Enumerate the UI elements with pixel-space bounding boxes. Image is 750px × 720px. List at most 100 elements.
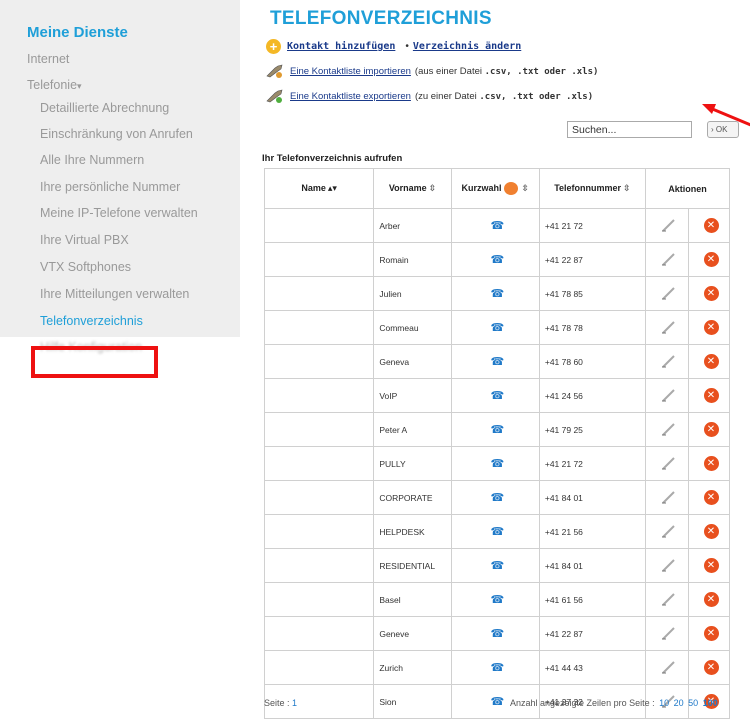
edit-pencil-icon[interactable] [660, 489, 678, 505]
delete-x-icon[interactable]: ✕ [703, 388, 719, 403]
cell-vorname: RESIDENTIAL [373, 548, 452, 583]
cell-name [263, 446, 375, 481]
edit-pencil-icon[interactable] [660, 523, 678, 539]
phone-icon[interactable]: ☎ [457, 321, 538, 334]
sidebar-sub-persoenliche-nummer[interactable]: Ihre persönliche Nummer [40, 180, 180, 194]
edit-pencil-icon[interactable] [660, 285, 678, 301]
cell-delete: ✕ [688, 616, 730, 651]
table-row: Peter A ☎ +41 79 25 ✕ [263, 412, 730, 447]
delete-x-icon[interactable]: ✕ [703, 626, 719, 641]
sidebar-sub-virtual-pbx[interactable]: Ihre Virtual PBX [40, 233, 129, 247]
sidebar-sub-softphones[interactable]: VTX Softphones [40, 260, 131, 274]
phone-icon[interactable]: ☎ [457, 355, 538, 368]
cell-kurzwahl[interactable]: ☎ [450, 208, 540, 243]
cell-kurzwahl[interactable]: ☎ [450, 514, 540, 549]
sidebar: Meine Dienste Internet Telefonie▾ Detail… [0, 0, 240, 354]
edit-pencil-icon[interactable] [660, 319, 678, 335]
cell-kurzwahl[interactable]: ☎ [450, 548, 540, 583]
cell-vorname: Zurich [373, 650, 452, 685]
col-telefon[interactable]: Telefonnummer ⇳ [538, 168, 646, 209]
cell-kurzwahl[interactable]: ☎ [450, 276, 540, 311]
col-aktionen: Aktionen [644, 168, 731, 209]
cell-kurzwahl[interactable]: ☎ [450, 480, 540, 515]
delete-x-icon[interactable]: ✕ [703, 490, 719, 505]
cell-telefon: +41 22 87 [538, 616, 646, 651]
cell-edit [644, 344, 690, 379]
wrench-export-icon [266, 89, 284, 103]
edit-pencil-icon[interactable] [660, 387, 678, 403]
cell-kurzwahl[interactable]: ☎ [450, 242, 540, 277]
cell-kurzwahl[interactable]: ☎ [450, 310, 540, 345]
phone-icon[interactable]: ☎ [457, 423, 538, 436]
phone-icon[interactable]: ☎ [457, 253, 538, 266]
import-list-link[interactable]: Eine Kontaktliste importieren [290, 66, 411, 77]
export-list-link[interactable]: Eine Kontaktliste exportieren [290, 91, 411, 102]
col-kurzwahl[interactable]: Kurzwahl ⇳ [450, 168, 540, 209]
cell-kurzwahl[interactable]: ☎ [450, 344, 540, 379]
phone-icon[interactable]: ☎ [457, 559, 538, 572]
cell-edit [644, 650, 690, 685]
cell-name [263, 276, 375, 311]
sidebar-sub-einschraenkung[interactable]: Einschränkung von Anrufen [40, 127, 193, 141]
edit-directory-link[interactable]: Verzeichnis ändern [413, 41, 521, 52]
sidebar-sub-mitteilungen[interactable]: Ihre Mitteilungen verwalten [40, 287, 189, 301]
cell-name [263, 412, 375, 447]
phone-icon[interactable]: ☎ [457, 287, 538, 300]
page-size-100[interactable]: 100 [703, 698, 718, 708]
delete-x-icon[interactable]: ✕ [703, 456, 719, 471]
cell-vorname: Peter A [373, 412, 452, 447]
page-size-10[interactable]: 10 [659, 698, 669, 708]
phone-icon[interactable]: ☎ [457, 219, 538, 232]
delete-x-icon[interactable]: ✕ [703, 354, 719, 369]
delete-x-icon[interactable]: ✕ [703, 320, 719, 335]
phone-icon[interactable]: ☎ [457, 525, 538, 538]
phone-icon[interactable]: ☎ [457, 389, 538, 402]
delete-x-icon[interactable]: ✕ [703, 660, 719, 675]
table-row: Julien ☎ +41 78 85 ✕ [263, 276, 730, 311]
cell-kurzwahl[interactable]: ☎ [450, 616, 540, 651]
delete-x-icon[interactable]: ✕ [703, 286, 719, 301]
delete-x-icon[interactable]: ✕ [703, 422, 719, 437]
edit-pencil-icon[interactable] [660, 557, 678, 573]
cell-kurzwahl[interactable]: ☎ [450, 412, 540, 447]
cell-kurzwahl[interactable]: ☎ [450, 582, 540, 617]
sidebar-sub-abrechnung[interactable]: Detaillierte Abrechnung [40, 101, 169, 115]
edit-pencil-icon[interactable] [660, 421, 678, 437]
add-contact-link[interactable]: Kontakt hinzufügen [287, 41, 395, 52]
edit-pencil-icon[interactable] [660, 455, 678, 471]
page-size-20[interactable]: 20 [674, 698, 684, 708]
edit-pencil-icon[interactable] [660, 659, 678, 675]
delete-x-icon[interactable]: ✕ [703, 252, 719, 267]
phone-icon[interactable]: ☎ [457, 491, 538, 504]
sidebar-sub-telefonverzeichnis[interactable]: Telefonverzeichnis [40, 314, 143, 328]
col-vorname[interactable]: Vorname ⇳ [373, 168, 452, 209]
cell-kurzwahl[interactable]: ☎ [450, 446, 540, 481]
delete-x-icon[interactable]: ✕ [703, 558, 719, 573]
delete-x-icon[interactable]: ✕ [703, 218, 719, 233]
page-size-50[interactable]: 50 [688, 698, 698, 708]
cell-kurzwahl[interactable]: ☎ [450, 378, 540, 413]
wrench-import-icon [266, 64, 284, 78]
edit-pencil-icon[interactable] [660, 217, 678, 233]
delete-x-icon[interactable]: ✕ [703, 592, 719, 607]
sidebar-item-internet[interactable]: Internet [27, 52, 69, 66]
search-input[interactable] [567, 121, 692, 138]
delete-x-icon[interactable]: ✕ [703, 524, 719, 539]
phone-icon[interactable]: ☎ [457, 661, 538, 674]
sidebar-sub-ip-telefone[interactable]: Meine IP-Telefone verwalten [40, 206, 198, 220]
col-name[interactable]: Name ▴▾ [263, 168, 375, 209]
edit-pencil-icon[interactable] [660, 591, 678, 607]
cell-vorname: Arber [373, 208, 452, 243]
edit-pencil-icon[interactable] [660, 251, 678, 267]
sidebar-sub-nummern[interactable]: Alle Ihre Nummern [40, 153, 144, 167]
sidebar-item-telefonie[interactable]: Telefonie▾ [27, 78, 82, 92]
cell-telefon: +41 22 87 [538, 242, 646, 277]
edit-pencil-icon[interactable] [660, 353, 678, 369]
edit-pencil-icon[interactable] [660, 625, 678, 641]
directory-table: Name ▴▾ Vorname ⇳ Kurzwahl ⇳ Telefonnummer ⇳… [263, 168, 731, 719]
phone-icon[interactable]: ☎ [457, 593, 538, 606]
cell-kurzwahl[interactable]: ☎ [450, 650, 540, 685]
phone-icon[interactable]: ☎ [457, 457, 538, 470]
phone-icon[interactable]: ☎ [457, 627, 538, 640]
cell-telefon: +41 78 78 [538, 310, 646, 345]
